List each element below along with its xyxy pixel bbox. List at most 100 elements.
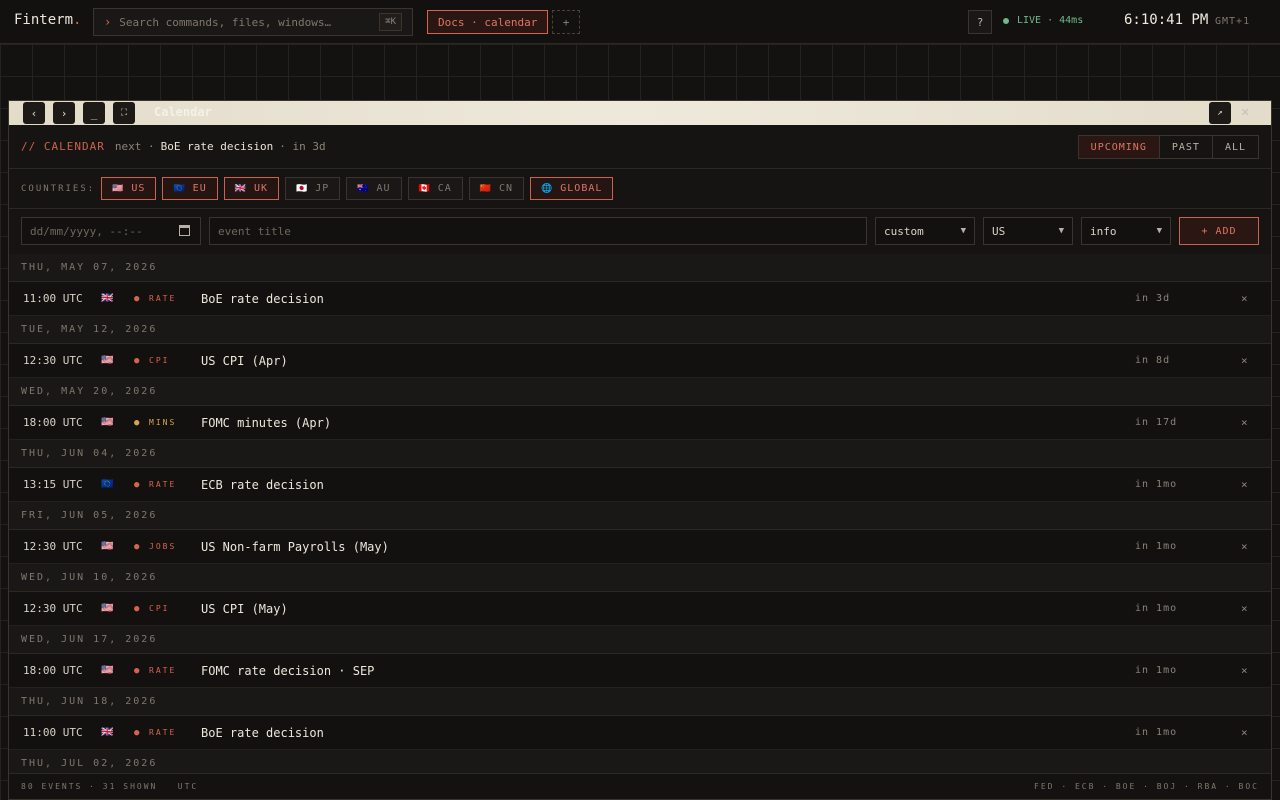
back-button[interactable]: ‹	[23, 102, 45, 124]
event-time: 13:15 UTC	[23, 478, 83, 491]
country-chip-jp[interactable]: 🇯🇵 JP	[284, 177, 341, 200]
add-tab-button[interactable]: +	[552, 10, 580, 34]
time-filter: UPCOMING PAST ALL	[1077, 135, 1259, 159]
brand-logo[interactable]: Finterm.	[14, 12, 81, 28]
event-relative-time: in 1mo	[1135, 603, 1178, 614]
importance-select[interactable]: info ▼	[1081, 217, 1171, 245]
country-select[interactable]: US ▼	[983, 217, 1073, 245]
delete-event-button[interactable]: ×	[1241, 292, 1248, 305]
event-title: FOMC minutes (Apr)	[201, 415, 332, 430]
event-time: 12:30 UTC	[23, 540, 83, 553]
flag-icon: 🇨🇳	[479, 183, 492, 194]
date-header: THU, JUN 04, 2026	[9, 440, 1271, 468]
delete-event-button[interactable]: ×	[1241, 726, 1248, 739]
flag-icon: 🇦🇺	[357, 183, 370, 194]
date-header: WED, JUN 10, 2026	[9, 564, 1271, 592]
event-row[interactable]: 11:00 UTC 🇬🇧 ● RATE BoE rate decision in 3d ×	[9, 282, 1271, 316]
forward-button[interactable]: ›	[53, 102, 75, 124]
delete-event-button[interactable]: ×	[1241, 602, 1248, 615]
event-row[interactable]: 12:30 UTC 🇺🇸 ● JOBS US Non-farm Payrolls (Ma…	[9, 530, 1271, 564]
country-chip-us[interactable]: 🇺🇸 US	[101, 177, 157, 200]
event-category: CPI	[149, 604, 170, 613]
prompt-chevron-icon: ›	[104, 15, 112, 29]
event-title: US CPI (May)	[201, 601, 288, 616]
delete-event-button[interactable]: ×	[1241, 478, 1248, 491]
command-search[interactable]: › ⌘K	[93, 8, 413, 36]
country-chip-eu[interactable]: 🇪🇺 EU	[162, 177, 218, 200]
country-chip-cn[interactable]: 🇨🇳 CN	[468, 177, 525, 200]
country-chip-au[interactable]: 🇦🇺 AU	[346, 177, 402, 200]
search-input[interactable]	[119, 15, 380, 29]
next-event-relative: · in 3d	[279, 140, 326, 153]
event-category: MINS	[149, 418, 177, 427]
close-window-button[interactable]: ✕	[1241, 104, 1249, 120]
event-row[interactable]: 12:30 UTC 🇺🇸 ● CPI US CPI (Apr) in 8d ×	[9, 344, 1271, 378]
event-time: 18:00 UTC	[23, 664, 83, 677]
window-title: Calendar	[154, 105, 212, 119]
chevron-down-icon: ▼	[1058, 226, 1064, 236]
event-row[interactable]: 18:00 UTC 🇺🇸 ● RATE FOMC rate decision · SEP…	[9, 654, 1271, 688]
importance-dot-icon: ●	[134, 479, 140, 490]
country-code: EU	[192, 183, 207, 194]
event-count: 80 EVENTS · 31 SHOWN UTC	[21, 782, 199, 791]
tab-docs-calendar[interactable]: Docs · calendar	[427, 10, 549, 34]
event-row[interactable]: 12:30 UTC 🇺🇸 ● CPI US CPI (May) in 1mo ×	[9, 592, 1271, 626]
delete-event-button[interactable]: ×	[1241, 354, 1248, 367]
date-header: THU, JUN 18, 2026	[9, 688, 1271, 716]
filter-upcoming[interactable]: UPCOMING	[1078, 136, 1159, 158]
next-prefix: next ·	[114, 140, 155, 153]
delete-event-button[interactable]: ×	[1241, 664, 1248, 677]
delete-event-button[interactable]: ×	[1241, 416, 1248, 429]
popout-button[interactable]: ↗	[1209, 102, 1231, 124]
filter-past[interactable]: PAST	[1158, 136, 1212, 158]
importance-dot-icon: ●	[134, 603, 140, 614]
date-header: WED, MAY 20, 2026	[9, 378, 1271, 406]
event-title: BoE rate decision	[201, 725, 324, 740]
event-relative-time: in 3d	[1135, 293, 1171, 304]
event-title: BoE rate decision	[201, 291, 324, 306]
event-row[interactable]: 13:15 UTC 🇪🇺 ● RATE ECB rate decision in 1mo ×	[9, 468, 1271, 502]
calendar-picker-icon[interactable]	[179, 225, 190, 236]
country-code: JP	[315, 183, 330, 194]
clock: 6:10:41 PM	[1124, 12, 1209, 28]
maximize-button[interactable]: ⛶	[113, 102, 135, 124]
filter-all[interactable]: ALL	[1211, 136, 1258, 158]
event-row[interactable]: 11:00 UTC 🇬🇧 ● RATE BoE rate decision in 1mo ×	[9, 716, 1271, 750]
flag-icon: 🇯🇵	[295, 183, 309, 194]
calendar-window: ‹ › _ ⛶ Calendar ↗ ✕ // CALENDAR next · …	[8, 100, 1272, 800]
add-event-button[interactable]: + ADD	[1179, 217, 1259, 245]
country-code: UK	[253, 183, 268, 194]
flag-icon: 🇨🇦	[418, 183, 431, 194]
country-filter: COUNTRIES: 🇺🇸 US 🇪🇺 EU 🇬🇧 UK 🇯🇵 JP 🇦🇺 AU 🇨🇦 CA 🇨🇳 CN 🌐…	[9, 169, 1271, 209]
country-chip-uk[interactable]: 🇬🇧 UK	[223, 177, 279, 200]
event-relative-time: in 8d	[1135, 355, 1171, 366]
chevron-down-icon: ▼	[960, 226, 966, 236]
chevron-down-icon: ▼	[1156, 226, 1162, 236]
date-header: THU, MAY 07, 2026	[9, 254, 1271, 282]
event-relative-time: in 1mo	[1135, 727, 1178, 738]
date-header: FRI, JUN 05, 2026	[9, 502, 1271, 530]
add-event-form: custom▼ US▼ info▼ + ADD	[9, 209, 1271, 255]
event-row[interactable]: 18:00 UTC 🇺🇸 ● MINS FOMC minutes (Apr) in 17d…	[9, 406, 1271, 440]
delete-event-button[interactable]: ×	[1241, 540, 1248, 553]
event-title-input[interactable]	[209, 217, 867, 245]
window-titlebar[interactable]: ‹ › _ ⛶ Calendar ↗ ✕	[9, 101, 1271, 125]
country-chip-ca[interactable]: 🇨🇦 CA	[407, 177, 463, 200]
minimize-button[interactable]: _	[83, 102, 105, 124]
datetime-input[interactable]	[21, 217, 201, 245]
event-time: 11:00 UTC	[23, 726, 83, 739]
event-category: RATE	[149, 666, 177, 675]
importance-dot-icon: ●	[134, 665, 140, 676]
event-relative-time: in 1mo	[1135, 541, 1178, 552]
flag-icon: 🇺🇸	[101, 603, 114, 614]
importance-dot-icon: ●	[134, 541, 140, 552]
country-code: US	[131, 183, 146, 194]
event-category: RATE	[149, 480, 177, 489]
country-chip-global[interactable]: 🌐 GLOBAL	[530, 177, 614, 200]
importance-dot-icon: ●	[134, 417, 140, 428]
help-button[interactable]: ?	[968, 10, 992, 34]
importance-dot-icon: ●	[134, 293, 140, 304]
event-type-select[interactable]: custom ▼	[875, 217, 975, 245]
calendar-header: // CALENDAR next · BoE rate decision · i…	[9, 125, 1271, 169]
event-time: 18:00 UTC	[23, 416, 83, 429]
